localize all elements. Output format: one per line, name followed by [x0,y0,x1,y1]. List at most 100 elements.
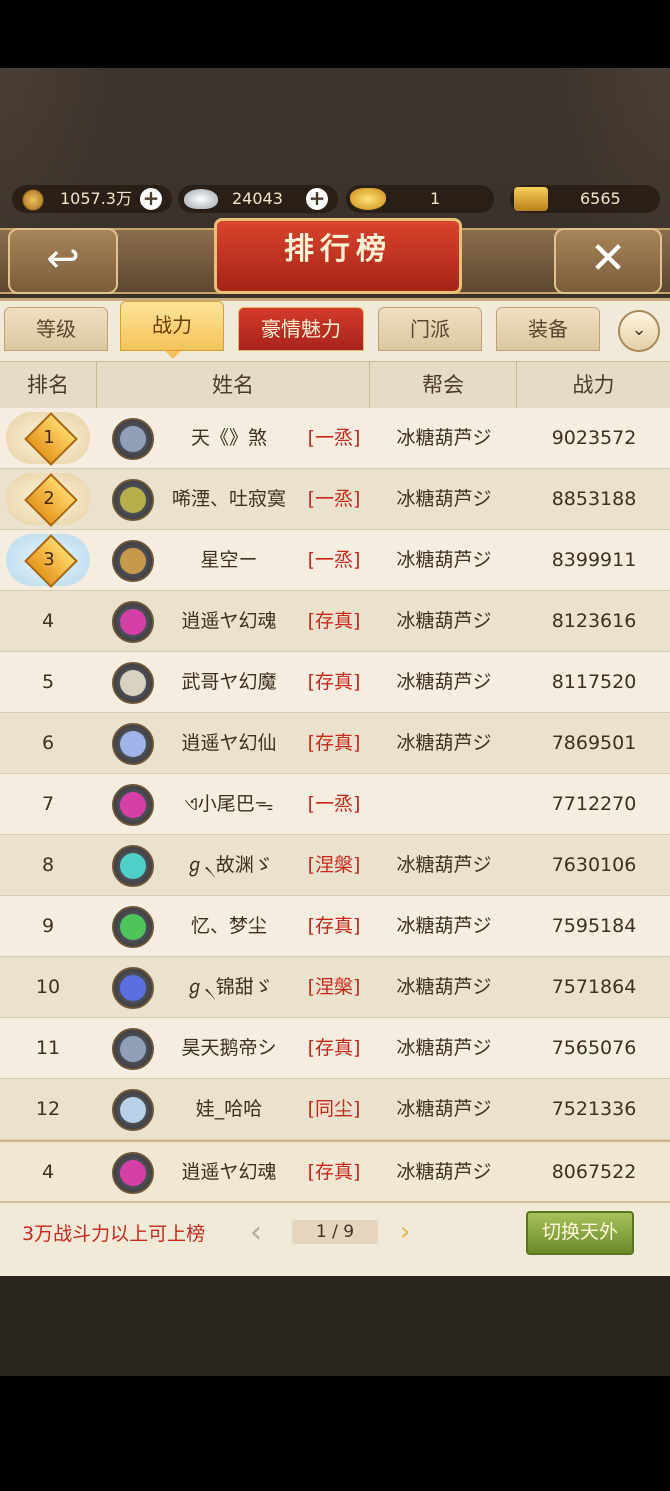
player-rank: 10 [35,976,61,998]
page-title: 排行榜 [284,232,392,267]
player-power: 7595184 [551,915,637,937]
tab-charm[interactable]: 豪情魅力 [238,307,364,351]
my-name: 逍遥ヤ幻魂 [181,1161,277,1183]
avatar [112,906,154,948]
table-row[interactable]: 3 星空ー [一烝] 冰糖葫芦ジ 8399911 [0,530,670,591]
close-button[interactable]: ✕ [554,228,662,294]
table-row[interactable]: 10 ℊ৲锦甜ゞ [涅槃] 冰糖葫芦ジ 7571864 [0,957,670,1018]
table-row[interactable]: 5 武哥ヤ幻魔 [存真] 冰糖葫芦ジ 8117520 [0,652,670,713]
title-banner: ↩ 排行榜 ✕ [0,218,670,300]
player-power: 7712270 [551,793,637,815]
tab-sect[interactable]: 门派 [378,307,482,351]
table-row[interactable]: 7 ଏ小尾巴ᯓ [一烝] 7712270 [0,774,670,835]
add-silver-button[interactable]: + [306,188,328,210]
table-row[interactable]: 8 ℊ৲故渊ゞ [涅槃] 冰糖葫芦ジ 7630106 [0,835,670,896]
player-sect: [一烝] [307,488,361,510]
locked-gold-value: 6565 [580,189,621,208]
player-name: 娃_哈哈 [195,1098,263,1120]
player-rank: 7 [41,793,55,815]
player-power: 8853188 [551,488,637,510]
player-guild: 冰糖葫芦ジ [396,671,492,693]
my-rank-row[interactable]: 4 逍遥ヤ幻魂 [存真] 冰糖葫芦ジ 8067522 [0,1140,670,1203]
back-arrow-icon: ↩ [46,236,80,282]
add-copper-button[interactable]: + [140,188,162,210]
player-rank: 4 [41,610,55,632]
avatar [112,418,154,460]
player-name: 武哥ヤ幻魔 [181,671,277,693]
player-power: 8117520 [551,671,637,693]
copper-counter: 1057.3万 + [12,185,172,213]
table-row[interactable]: 12 娃_哈哈 [同尘] 冰糖葫芦ジ 7521336 [0,1079,670,1140]
table-row[interactable]: 2 唏湮、吐寂寞 [一烝] 冰糖葫芦ジ 8853188 [0,469,670,530]
locked-gold-icon [514,187,548,211]
chevron-down-icon: ⌄ [631,319,647,340]
next-page-button[interactable]: › [400,1217,410,1247]
silver-ingot-icon [184,189,218,209]
gold-ingot-icon [350,188,386,210]
player-sect: [涅槃] [307,976,361,998]
header-name: 姓名 [97,362,370,408]
player-name: 逍遥ヤ幻魂 [181,610,277,632]
player-sect: [一烝] [307,549,361,571]
player-sect: [存真] [307,671,361,693]
back-button[interactable]: ↩ [8,228,118,294]
avatar [112,1028,154,1070]
my-power: 8067522 [551,1161,637,1183]
table-row[interactable]: 4 逍遥ヤ幻魂 [存真] 冰糖葫芦ジ 8123616 [0,591,670,652]
player-sect: [同尘] [307,1098,361,1120]
table-header: 排名 姓名 帮会 战力 [0,361,670,409]
switch-server-button[interactable]: 切换天外 [526,1211,634,1255]
avatar [112,479,154,521]
table-row[interactable]: 6 逍遥ヤ幻仙 [存真] 冰糖葫芦ジ 7869501 [0,713,670,774]
player-power: 7521336 [551,1098,637,1120]
player-rank: 9 [41,915,55,937]
player-guild: 冰糖葫芦ジ [396,427,492,449]
player-sect: [存真] [307,732,361,754]
player-power: 8123616 [551,610,637,632]
ranking-panel: 等级 战力 豪情魅力 门派 装备 ⌄ 排名 姓名 帮会 战力 1 天《》煞 [一… [0,298,670,1276]
prev-page-button[interactable]: ‹ [250,1215,262,1250]
gold-counter: 1 [346,185,494,213]
gold-value: 1 [430,189,441,208]
ranking-list: 1 天《》煞 [一烝] 冰糖葫芦ジ 9023572 2 唏湮、吐寂寞 [一烝] … [0,408,670,1203]
more-tabs-button[interactable]: ⌄ [618,310,660,352]
player-guild: 冰糖葫芦ジ [396,549,492,571]
player-guild: 冰糖葫芦ジ [396,488,492,510]
player-guild: 冰糖葫芦ジ [396,1098,492,1120]
player-guild: 冰糖葫芦ジ [396,976,492,998]
player-guild: 冰糖葫芦ジ [396,1037,492,1059]
player-rank: 8 [41,854,55,876]
header-guild: 帮会 [370,362,517,408]
player-guild [372,774,516,834]
silver-counter: 24043 + [178,185,338,213]
title-plaque: 排行榜 [214,218,462,294]
player-sect: [存真] [307,915,361,937]
copper-coin-icon [22,189,44,211]
player-guild: 冰糖葫芦ジ [396,732,492,754]
silver-value: 24043 [232,189,283,208]
player-name: 逍遥ヤ幻仙 [181,732,277,754]
tab-power[interactable]: 战力 [120,301,224,359]
player-sect: [一烝] [307,793,361,815]
close-icon: ✕ [589,233,627,284]
player-power: 7630106 [551,854,637,876]
avatar [112,601,154,643]
ranking-footer: 3万战斗力以上可上榜 ‹ 1 / 9 › 切换天外 [0,1201,670,1275]
player-power: 9023572 [551,427,637,449]
table-row[interactable]: 11 昊天鹅帝シ [存真] 冰糖葫芦ジ 7565076 [0,1018,670,1079]
currency-bar: 1057.3万 + 24043 + 1 6565 [12,185,660,215]
header-rank: 排名 [0,362,97,408]
my-sect: [存真] [307,1161,361,1183]
tab-level[interactable]: 等级 [4,307,108,351]
table-row[interactable]: 9 忆、梦尘 [存真] 冰糖葫芦ジ 7595184 [0,896,670,957]
player-rank: 5 [41,671,55,693]
player-rank: 6 [41,732,55,754]
player-rank: 11 [35,1037,61,1059]
avatar [112,1152,154,1194]
player-power: 7869501 [551,732,637,754]
silver-medal-icon: 2 [6,473,90,527]
avatar [112,1089,154,1131]
tab-equipment[interactable]: 装备 [496,307,600,351]
player-name: 昊天鹅帝シ [181,1037,277,1059]
table-row[interactable]: 1 天《》煞 [一烝] 冰糖葫芦ジ 9023572 [0,408,670,469]
